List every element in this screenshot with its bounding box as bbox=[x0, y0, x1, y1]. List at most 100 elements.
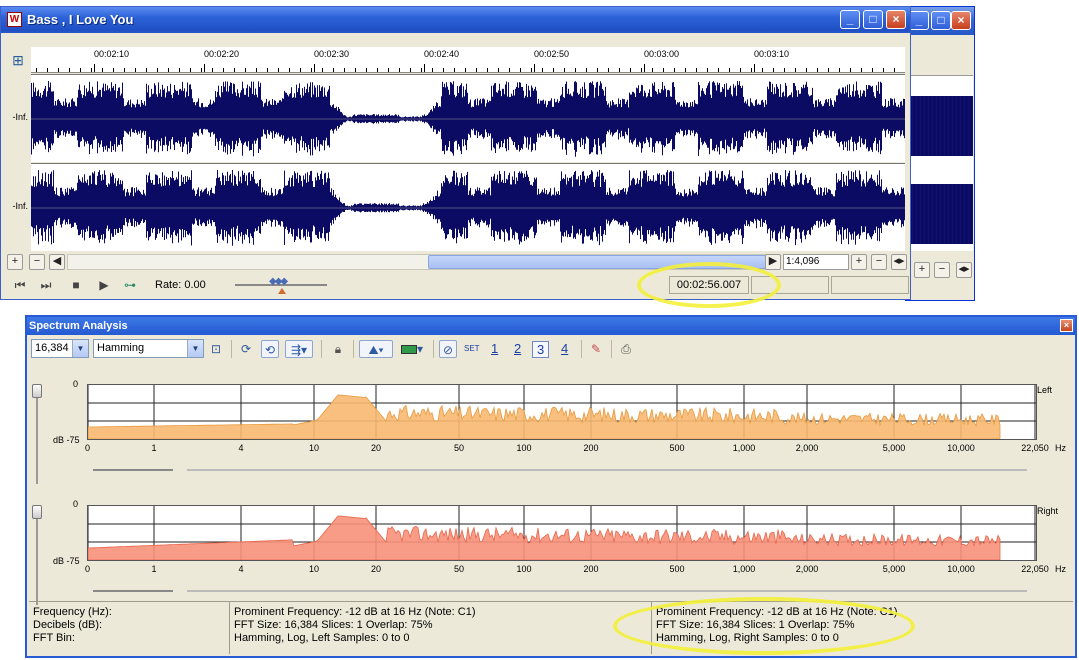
slider-track bbox=[36, 384, 38, 484]
color-picker-icon[interactable]: ▾ bbox=[397, 340, 427, 358]
fft-size-select[interactable]: 16,384 ▼ bbox=[31, 339, 89, 358]
bg-close-button[interactable]: × bbox=[951, 11, 971, 30]
ruler-minor-tick bbox=[641, 68, 642, 72]
maximize-button[interactable]: □ bbox=[863, 10, 883, 29]
ruler-minor-tick bbox=[190, 68, 191, 72]
wave-window-titlebar[interactable]: W Bass , I Love You _ □ × bbox=[1, 7, 910, 33]
zoom-in-button[interactable]: + bbox=[851, 254, 867, 270]
toolbar-separator bbox=[231, 340, 232, 358]
ruler-tick bbox=[644, 64, 645, 72]
ruler-minor-tick bbox=[322, 68, 323, 72]
go-to-end-icon[interactable]: ⏭ bbox=[37, 277, 55, 293]
stop-icon[interactable]: ■ bbox=[67, 277, 85, 293]
no-preset-icon[interactable]: ⊘ bbox=[439, 340, 457, 358]
ruler-minor-tick bbox=[586, 68, 587, 72]
play-icon[interactable]: ▶ bbox=[95, 277, 113, 293]
window-function-select[interactable]: Hamming ▼ bbox=[93, 339, 204, 358]
spectrum-status-bar: Frequency (Hz): Decibels (dB): FFT Bin: … bbox=[29, 601, 1073, 654]
eraser-icon[interactable]: ✎ bbox=[587, 340, 605, 358]
spectrum-graph-right[interactable] bbox=[87, 505, 1037, 561]
toolbar-separator bbox=[433, 340, 434, 358]
zoom-out-button[interactable]: − bbox=[871, 254, 887, 270]
bg-zoom-in-button[interactable]: + bbox=[914, 262, 930, 278]
background-window-titlebar: _ □ × bbox=[905, 7, 974, 35]
slider-knob[interactable] bbox=[32, 505, 42, 519]
x-tick-label: 0 bbox=[85, 564, 91, 574]
ruler-minor-tick bbox=[553, 68, 554, 72]
ruler-minor-tick bbox=[663, 68, 664, 72]
spectrum-close-button[interactable]: × bbox=[1060, 319, 1073, 332]
preset-3-button[interactable]: 3 bbox=[532, 341, 550, 358]
toolbar-separator bbox=[581, 340, 582, 358]
scan-mode-icon[interactable]: ⇶▾ bbox=[285, 340, 313, 358]
ruler-minor-tick bbox=[850, 68, 851, 72]
range-bar[interactable] bbox=[93, 590, 173, 592]
ruler-minor-tick bbox=[784, 68, 785, 72]
left-level-slider[interactable] bbox=[32, 384, 42, 484]
bg-maximize-button[interactable]: □ bbox=[931, 11, 951, 30]
minimize-button[interactable]: _ bbox=[840, 10, 860, 29]
bg-minimize-button[interactable]: _ bbox=[909, 11, 929, 30]
range-bar[interactable] bbox=[187, 590, 1027, 592]
set-preset-label[interactable]: SET bbox=[464, 344, 480, 353]
scroll-left-button[interactable]: ◀ bbox=[49, 254, 65, 270]
ruler-minor-tick bbox=[828, 68, 829, 72]
scroll-right-button[interactable]: ▶ bbox=[765, 254, 781, 270]
x-tick-label: 1,000 bbox=[732, 443, 756, 453]
auto-refresh-icon[interactable]: ⟲ bbox=[261, 340, 279, 358]
toolbar-separator bbox=[611, 340, 612, 358]
chevron-down-icon[interactable]: ▼ bbox=[72, 340, 88, 357]
ruler-tick bbox=[424, 64, 425, 72]
preset-1-button[interactable]: 1 bbox=[491, 341, 498, 356]
bg-zoom-out-button[interactable]: − bbox=[934, 262, 950, 278]
ruler-minor-tick bbox=[168, 68, 169, 72]
ruler-minor-tick bbox=[454, 68, 455, 72]
range-bar[interactable] bbox=[93, 469, 173, 471]
preset-2-button[interactable]: 2 bbox=[514, 341, 521, 356]
ruler-tick-label: 00:02:10 bbox=[94, 49, 130, 59]
db-bottom-label: dB -75 bbox=[53, 556, 80, 566]
zoom-out-vertical-button[interactable]: − bbox=[29, 254, 45, 270]
lock-icon[interactable]: 🔒︎ bbox=[329, 340, 347, 358]
zoom-in-vertical-button[interactable]: + bbox=[7, 254, 23, 270]
toolbar-separator bbox=[353, 340, 354, 358]
x-tick-label: 200 bbox=[583, 564, 599, 574]
range-bar[interactable] bbox=[187, 469, 1027, 471]
waveform-left[interactable] bbox=[31, 74, 905, 162]
spectrum-graph-left[interactable] bbox=[87, 384, 1037, 440]
fft-size-value: 16,384 bbox=[35, 342, 69, 354]
channel-name-right: Right bbox=[1037, 506, 1059, 516]
graph-type-icon[interactable]: ⛰▾ bbox=[359, 340, 393, 358]
ruler-minor-tick bbox=[773, 68, 774, 72]
ruler-tick-label: 00:03:00 bbox=[644, 49, 680, 59]
refresh-icon[interactable]: ⟳ bbox=[237, 340, 255, 358]
ruler-minor-tick bbox=[883, 68, 884, 72]
preset-4-button[interactable]: 4 bbox=[561, 341, 568, 356]
waveform-right[interactable] bbox=[31, 163, 905, 251]
ruler-minor-tick bbox=[487, 68, 488, 72]
db-bottom-label: dB -75 bbox=[53, 435, 80, 445]
db-top-label: 0 bbox=[73, 499, 79, 509]
spectrum-titlebar[interactable]: Spectrum Analysis × bbox=[27, 317, 1075, 335]
right-level-slider[interactable] bbox=[32, 505, 42, 605]
status-labels: Frequency (Hz): Decibels (dB): FFT Bin: bbox=[29, 602, 229, 654]
slider-knob[interactable] bbox=[32, 384, 42, 398]
chevron-down-icon[interactable]: ▼ bbox=[187, 340, 203, 357]
ruler-minor-tick bbox=[311, 68, 312, 72]
properties-icon[interactable]: ⊡ bbox=[207, 340, 225, 358]
ruler-tick bbox=[754, 64, 755, 72]
channel-level-label: -Inf. bbox=[12, 112, 28, 122]
close-button[interactable]: × bbox=[886, 10, 906, 29]
loop-icon[interactable]: ⊶ bbox=[121, 277, 139, 293]
ruler-minor-tick bbox=[421, 68, 422, 72]
bg-zoom-fit-button[interactable]: ◂▸ bbox=[956, 262, 972, 278]
ruler-marker-icon[interactable]: ⊞ bbox=[9, 52, 27, 68]
zoom-fit-button[interactable]: ◂▸ bbox=[891, 254, 907, 270]
x-tick-label: 22,050 bbox=[1021, 443, 1049, 453]
print-icon[interactable]: ⎙ bbox=[617, 340, 635, 358]
go-to-start-icon[interactable]: ⏮ bbox=[11, 277, 29, 293]
spectrum-title: Spectrum Analysis bbox=[29, 320, 128, 332]
ruler-minor-tick bbox=[740, 68, 741, 72]
time-ruler[interactable]: ⊞ 00:02:10 00:02:20 00:02:30 00:02:40 00:02:… bbox=[5, 47, 905, 73]
ruler-bar[interactable]: 00:02:10 00:02:20 00:02:30 00:02:40 00:02:50… bbox=[31, 47, 905, 73]
